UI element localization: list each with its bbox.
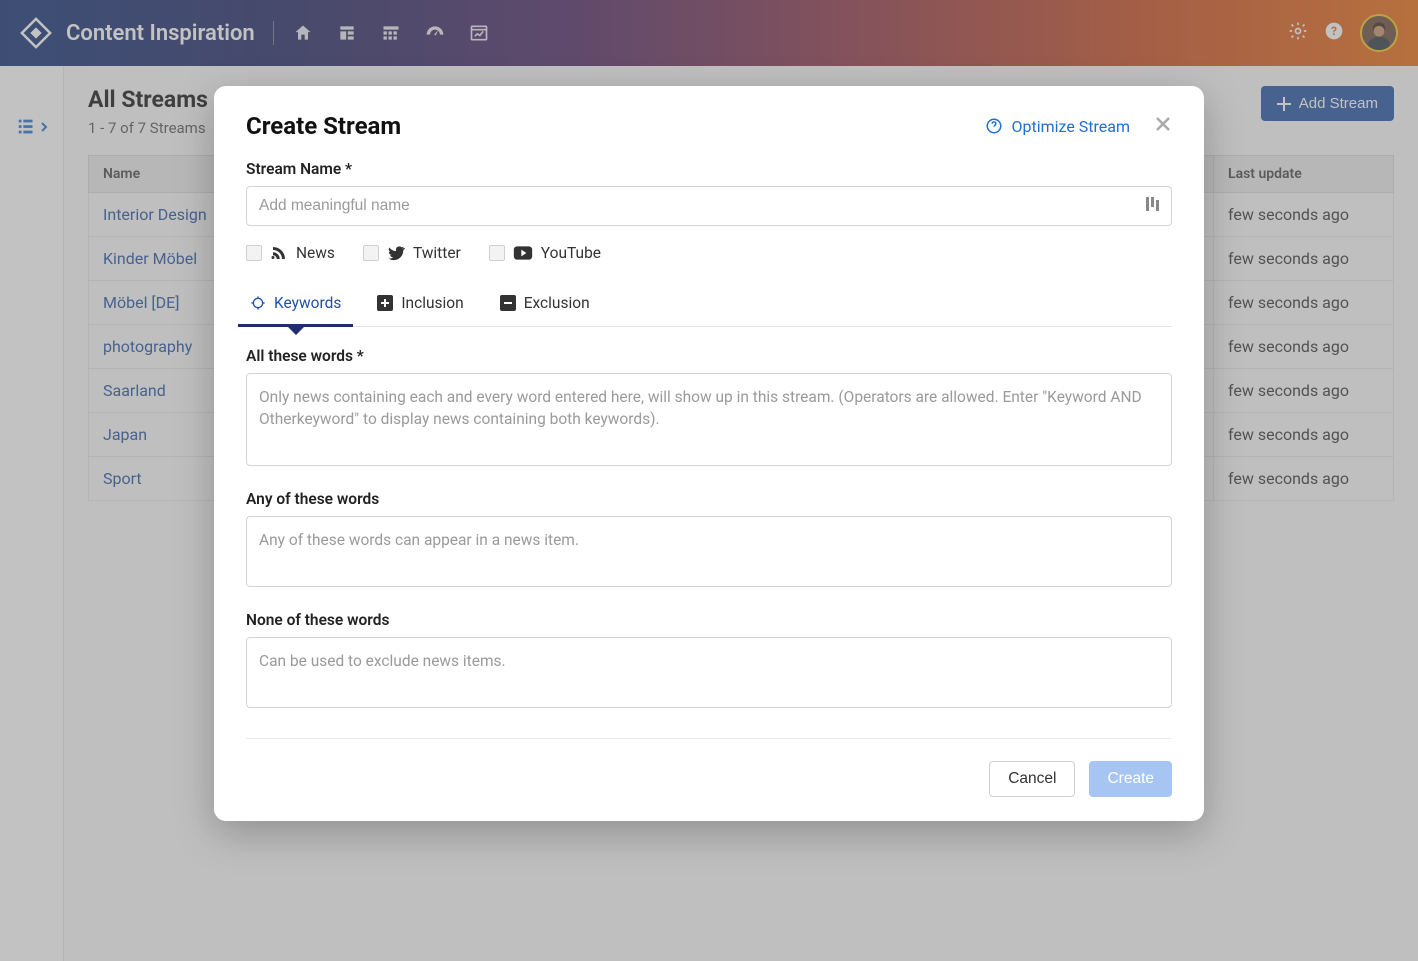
minus-square-icon	[500, 295, 516, 311]
source-news[interactable]: News	[246, 244, 335, 262]
tab-inclusion-label: Inclusion	[401, 294, 463, 312]
source-row: News Twitter YouTube	[246, 244, 1172, 262]
source-twitter-label: Twitter	[413, 244, 461, 262]
tab-row: Keywords Inclusion Exclusion	[246, 284, 1172, 327]
all-words-input[interactable]	[246, 373, 1172, 466]
modal-footer: Cancel Create	[246, 738, 1172, 797]
source-twitter[interactable]: Twitter	[363, 244, 461, 262]
optimize-stream-link[interactable]: Optimize Stream	[985, 117, 1130, 136]
any-words-input[interactable]	[246, 516, 1172, 587]
stream-name-input[interactable]	[246, 186, 1172, 226]
checkbox[interactable]	[246, 245, 262, 261]
optimize-label: Optimize Stream	[1011, 117, 1130, 136]
modal-title: Create Stream	[246, 112, 401, 140]
plus-square-icon	[377, 295, 393, 311]
source-youtube-label: YouTube	[541, 244, 601, 262]
help-circle-icon	[985, 117, 1003, 135]
none-words-label: None of these words	[246, 611, 1172, 629]
languages-icon[interactable]	[1144, 196, 1160, 216]
tab-keywords[interactable]: Keywords	[246, 284, 345, 326]
close-icon[interactable]	[1154, 114, 1172, 138]
tab-exclusion-label: Exclusion	[524, 294, 590, 312]
target-icon	[250, 295, 266, 311]
stream-name-label: Stream Name *	[246, 160, 1172, 178]
any-words-label: Any of these words	[246, 490, 1172, 508]
twitter-icon	[387, 244, 405, 262]
create-button[interactable]: Create	[1089, 761, 1172, 797]
tab-keywords-label: Keywords	[274, 294, 341, 312]
create-stream-modal: Create Stream Optimize Stream Stream Nam…	[214, 86, 1204, 821]
none-words-input[interactable]	[246, 637, 1172, 708]
source-news-label: News	[296, 244, 335, 262]
tab-inclusion[interactable]: Inclusion	[373, 284, 467, 326]
all-words-label: All these words *	[246, 347, 1172, 365]
checkbox[interactable]	[489, 245, 505, 261]
modal-overlay: Create Stream Optimize Stream Stream Nam…	[0, 0, 1418, 961]
rss-icon	[270, 244, 288, 262]
youtube-icon	[513, 244, 533, 262]
checkbox[interactable]	[363, 245, 379, 261]
source-youtube[interactable]: YouTube	[489, 244, 601, 262]
cancel-button[interactable]: Cancel	[989, 761, 1075, 797]
tab-exclusion[interactable]: Exclusion	[496, 284, 594, 326]
